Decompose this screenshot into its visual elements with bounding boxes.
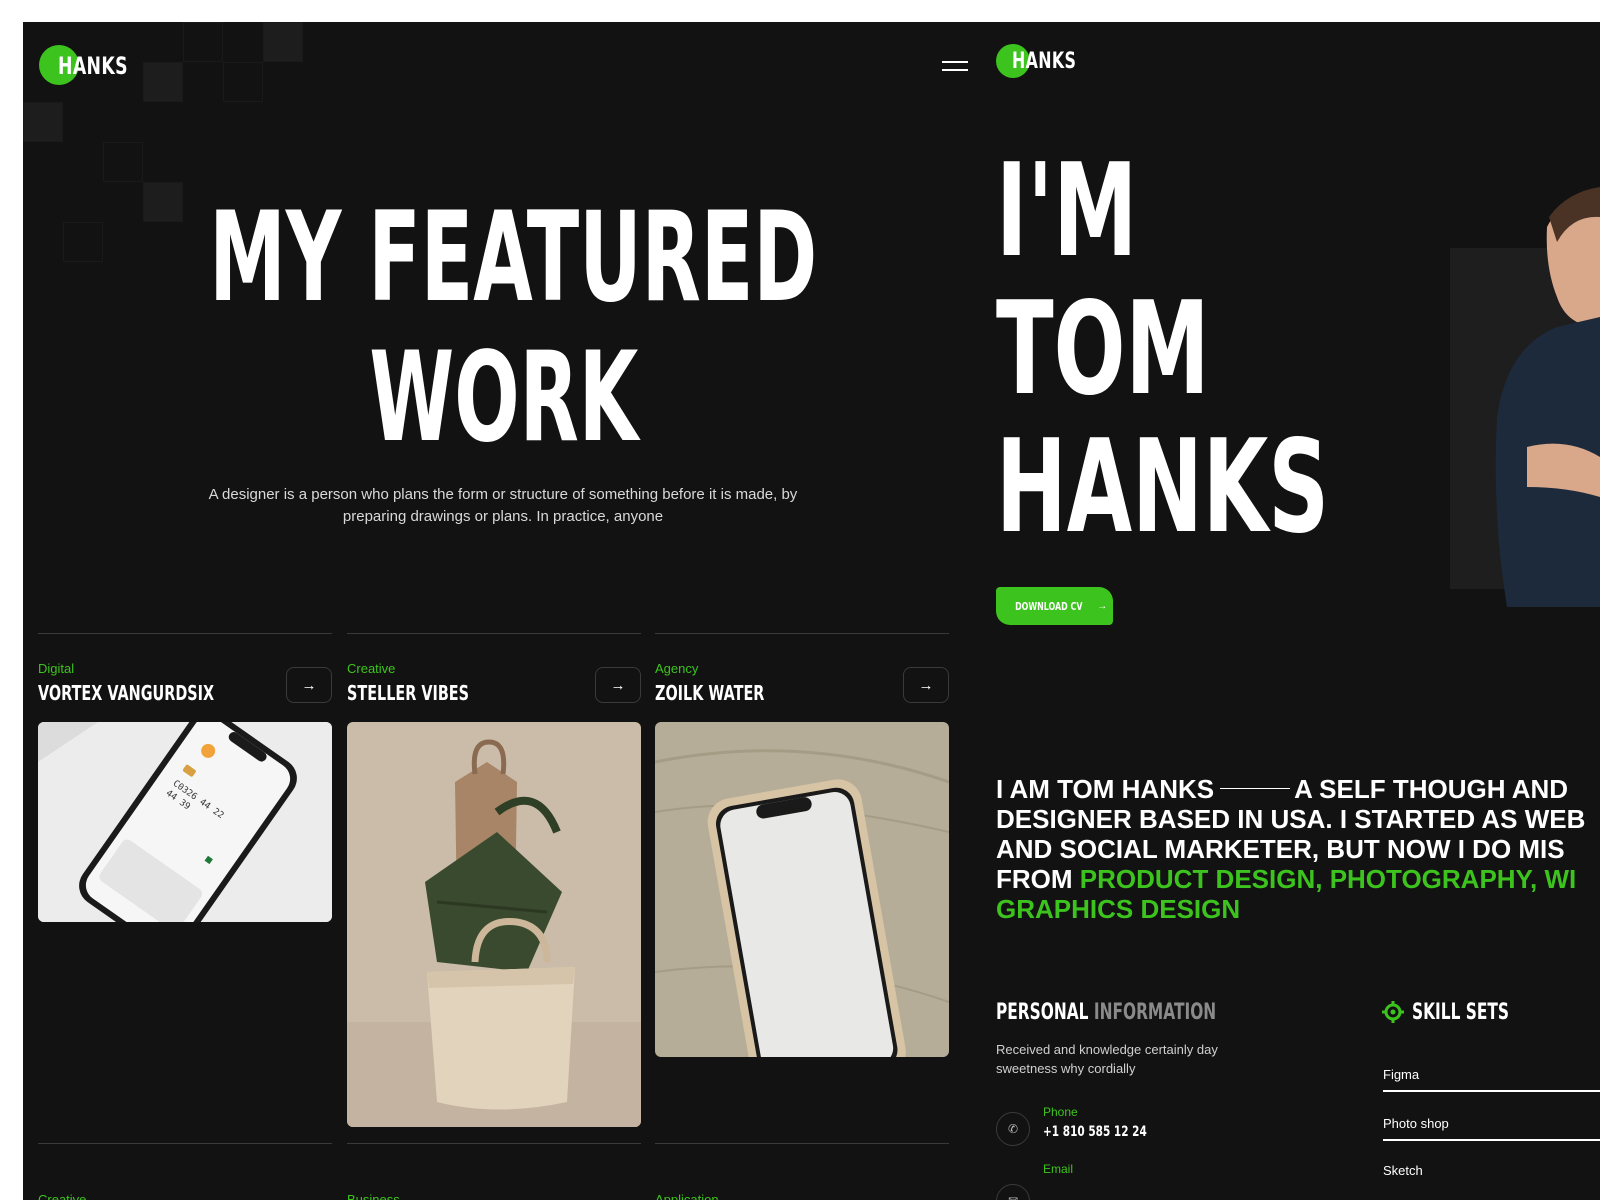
name-line-1: I'M — [996, 137, 1138, 286]
phone-label: Phone — [1043, 1105, 1078, 1119]
personal-info-description: Received and knowledge certainly day swe… — [996, 1042, 1218, 1076]
divider — [38, 633, 332, 634]
arrow-right-icon[interactable]: → — [595, 667, 641, 703]
menu-icon[interactable] — [942, 58, 968, 72]
work-image-phone-fabric[interactable] — [655, 722, 949, 1057]
work-image-phone-card[interactable]: C0326 44 22 44 39 — [38, 722, 332, 922]
skill-name: Sketch — [1383, 1163, 1423, 1178]
about-panel: HANKS I'M TOM HANKS DOWNLOAD CV → I AM T… — [982, 22, 1600, 1200]
work-category: Business — [347, 1192, 400, 1200]
phone-value[interactable]: +1 810 585 12 24 — [1043, 1124, 1147, 1140]
work-category: Creative — [38, 1192, 87, 1200]
name-line-2: TOM — [996, 275, 1210, 424]
work-title[interactable]: VORTEX VANGURDSIX — [38, 681, 214, 705]
arrow-right-icon[interactable]: → — [286, 667, 332, 703]
portrait-image — [1495, 187, 1600, 607]
name-line-3: HANKS — [996, 413, 1330, 562]
logo[interactable]: HANKS — [996, 44, 1085, 78]
skill-row: Photo shop — [1383, 1116, 1600, 1141]
phone-icon: ✆ — [996, 1112, 1030, 1146]
bg-grid-cell — [223, 62, 263, 102]
work-image-bags[interactable] — [347, 722, 641, 1127]
work-title[interactable]: STELLER VIBES — [347, 681, 469, 705]
work-category: Application — [655, 1192, 719, 1200]
hero-title-line-1: MY FEATURED — [209, 186, 818, 330]
email-icon: ✉ — [996, 1184, 1030, 1200]
divider — [347, 1143, 641, 1144]
skill-name: Figma — [1383, 1067, 1420, 1082]
bg-grid-cell — [263, 22, 303, 62]
bg-grid-cell — [23, 102, 63, 142]
divider — [38, 1143, 332, 1144]
divider — [655, 1143, 949, 1144]
logo-text: HANKS — [1012, 48, 1077, 74]
bg-grid-cell — [143, 62, 183, 102]
intro-text: I AM TOM HANKS A SELF THOUGH AND DESIGNER… — [996, 774, 1586, 924]
personal-info-title: PERSONAL INFORMATION — [996, 1000, 1217, 1025]
skill-sets-title: SKILL SETS — [1412, 1000, 1509, 1025]
divider — [347, 633, 641, 634]
skill-gear-icon — [1382, 1001, 1404, 1023]
email-label: Email — [1043, 1162, 1074, 1176]
logo-text: HANKS — [58, 52, 128, 80]
work-category: Creative — [347, 661, 396, 676]
skill-name: Photo shop — [1383, 1116, 1449, 1131]
skill-bar — [1383, 1139, 1600, 1141]
bg-grid-cell — [103, 142, 143, 182]
logo[interactable]: HANKS — [39, 45, 136, 85]
download-cv-button[interactable]: DOWNLOAD CV → — [996, 587, 1113, 625]
arrow-right-icon[interactable]: → — [903, 667, 949, 703]
skill-bar — [1383, 1090, 1600, 1092]
arrow-right-icon: → — [1097, 600, 1108, 612]
divider — [655, 633, 949, 634]
work-title[interactable]: ZOILK WATER — [655, 681, 764, 705]
hero-description: A designer is a person who plans the for… — [208, 486, 798, 525]
work-category: Digital — [38, 661, 75, 676]
skill-row: Figma — [1383, 1067, 1600, 1092]
work-category: Agency — [655, 661, 699, 676]
featured-work-panel: HANKS MY FEATURED WORK A designer is a p… — [23, 22, 984, 1200]
bg-grid-cell — [183, 22, 223, 62]
skill-row: Sketch — [1383, 1163, 1600, 1178]
hero-title-line-2: WORK — [369, 326, 638, 470]
